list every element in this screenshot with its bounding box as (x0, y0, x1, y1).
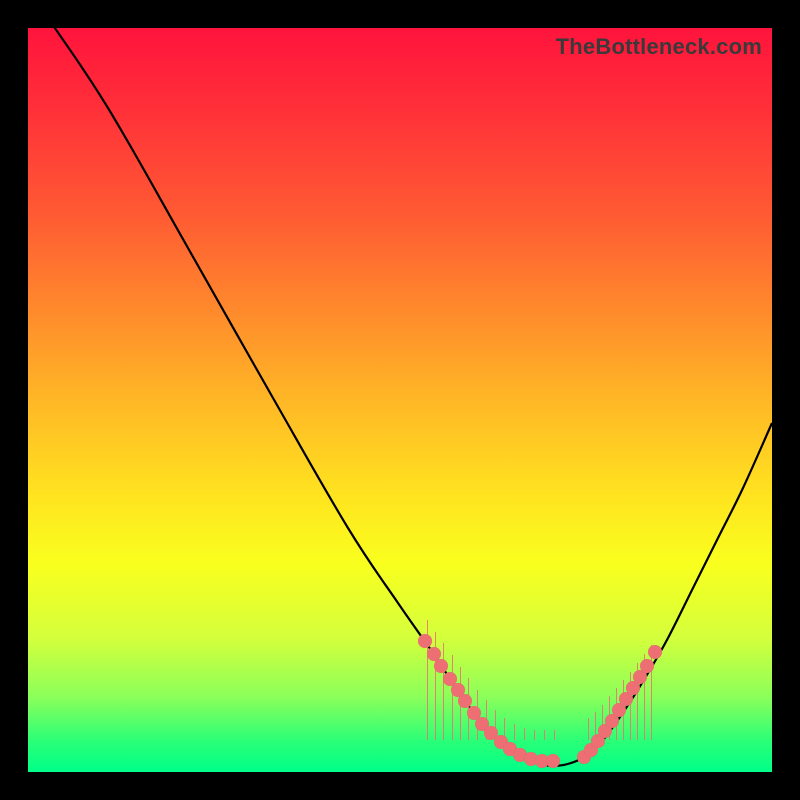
chart-container: TheBottleneck.com (0, 0, 800, 800)
tick-mark (651, 645, 652, 740)
tick-mark (588, 718, 589, 740)
marker-dot (546, 754, 560, 768)
tick-mark (443, 643, 444, 740)
marker-dot (434, 659, 448, 673)
marker-dot (648, 645, 662, 659)
tick-mark (524, 728, 525, 740)
tick-mark (514, 724, 515, 740)
marker-dot (418, 634, 432, 648)
marker-dot (640, 659, 654, 673)
bottleneck-curve (28, 28, 772, 772)
tick-mark (452, 655, 453, 740)
tick-mark (554, 730, 555, 740)
plot-area: TheBottleneck.com (28, 28, 772, 772)
tick-mark (534, 730, 535, 740)
tick-mark (544, 730, 545, 740)
